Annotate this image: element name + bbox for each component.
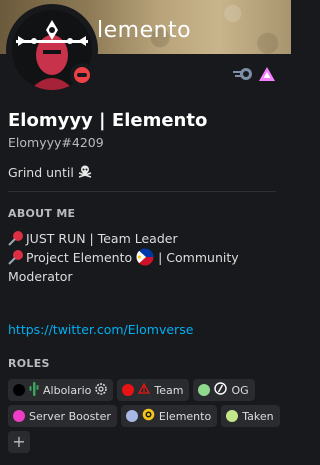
user-tag[interactable]: Elomyyy#4209: [8, 134, 278, 154]
role-label: Taken: [242, 409, 274, 423]
skull-crossbones-icon: [78, 164, 92, 181]
display-name: Elomyyy | Elemento: [8, 110, 208, 131]
dnd-status-icon: [74, 67, 90, 83]
add-role-button[interactable]: +: [8, 431, 30, 453]
cactus-icon: [29, 381, 39, 399]
custom-status: Grind until: [8, 164, 92, 181]
hypesquad-balance-badge-icon[interactable]: [232, 66, 254, 85]
about-line-2-text: Project Elemento: [26, 250, 133, 265]
role-color-dot: [198, 384, 211, 396]
twitter-link[interactable]: https://twitter.com/Elomverse: [8, 322, 193, 337]
role-color-dot: [122, 384, 135, 396]
role-albolario[interactable]: Albolario: [8, 379, 114, 401]
gear-icon: [95, 382, 108, 398]
nitro-boost-badge-icon[interactable]: [259, 66, 275, 85]
role-label: Elemento: [158, 409, 212, 423]
pushpin-icon: [8, 250, 23, 265]
about-line-1: JUST RUN | Team Leader: [8, 229, 280, 248]
role-label: Team: [154, 383, 184, 397]
team-logo-icon: [138, 382, 151, 398]
roles-heading: ROLES: [8, 357, 50, 370]
about-me-heading: ABOUT ME: [8, 207, 76, 220]
badge-list: [232, 66, 275, 85]
pushpin-icon: [8, 231, 23, 246]
role-label: Albolario: [43, 383, 92, 397]
role-taken[interactable]: Taken: [221, 405, 280, 427]
role-server-booster[interactable]: Server Booster: [8, 405, 117, 427]
about-line-3: Moderator: [8, 269, 73, 284]
roles-list: Albolario Team OG Server Booster Element…: [8, 379, 284, 453]
role-elemento[interactable]: Elemento: [120, 405, 218, 427]
philippines-flag-icon: [136, 248, 154, 266]
elemento-sun-icon: [142, 408, 155, 424]
role-color-dot: [13, 384, 25, 396]
banner-text: lemento: [97, 18, 192, 43]
role-color-dot: [226, 410, 239, 422]
role-color-dot: [125, 410, 138, 422]
role-label: OG: [231, 383, 249, 397]
about-line-2b-text: | Community: [158, 250, 239, 265]
about-line-2: Project Elemento | Community: [8, 248, 280, 267]
about-line-1-text: JUST RUN | Team Leader: [26, 231, 178, 246]
role-og[interactable]: OG: [193, 379, 255, 401]
about-me-text: JUST RUN | Team Leader Project Elemento …: [8, 229, 280, 286]
role-label: Server Booster: [29, 409, 111, 423]
og-badge-icon: [214, 382, 228, 398]
role-color-dot: [13, 410, 25, 422]
custom-status-text: Grind until: [8, 165, 74, 180]
divider: [8, 191, 276, 192]
role-team[interactable]: Team: [117, 379, 190, 401]
